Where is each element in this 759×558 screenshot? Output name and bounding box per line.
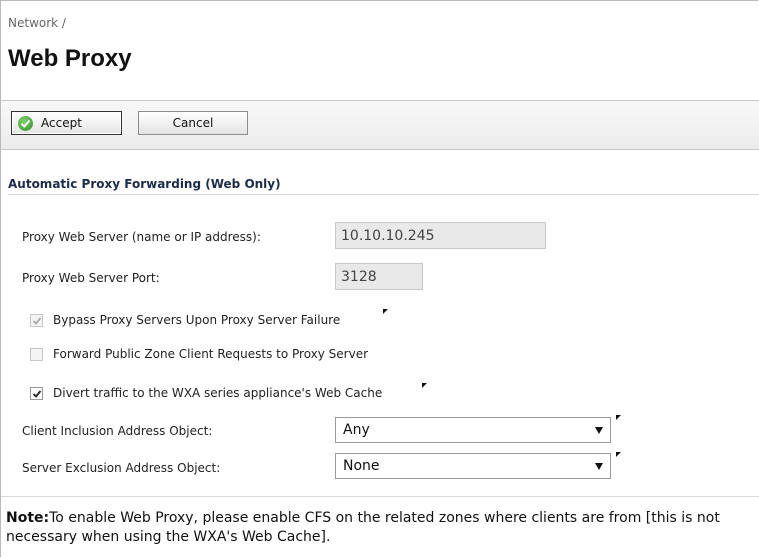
note-divider	[1, 496, 759, 497]
forward-public-zone-row: Forward Public Zone Client Requests to P…	[30, 347, 368, 361]
forward-public-zone-checkbox[interactable]	[30, 347, 43, 361]
accept-button-label: Accept	[41, 116, 82, 130]
proxy-server-label: Proxy Web Server (name or IP address):	[22, 230, 261, 244]
proxy-port-label: Proxy Web Server Port:	[22, 271, 160, 285]
cancel-button-label: Cancel	[172, 116, 214, 130]
server-exclusion-label: Server Exclusion Address Object:	[22, 461, 221, 475]
divert-wxa-row: Divert traffic to the WXA series applian…	[30, 386, 382, 400]
accept-button[interactable]: Accept	[11, 111, 122, 135]
server-exclusion-select[interactable]: None	[335, 453, 611, 479]
client-inclusion-select[interactable]: Any	[335, 417, 611, 443]
divert-wxa-label: Divert traffic to the WXA series applian…	[53, 386, 383, 400]
server-exclusion-value: None	[343, 458, 380, 474]
bypass-proxy-label: Bypass Proxy Servers Upon Proxy Server F…	[53, 313, 341, 327]
cancel-button[interactable]: Cancel	[138, 111, 248, 135]
info-marker-icon[interactable]	[422, 383, 427, 388]
info-marker-icon[interactable]	[383, 309, 388, 314]
breadcrumb[interactable]: Network /	[8, 16, 66, 30]
proxy-server-input[interactable]: 10.10.10.245	[335, 222, 546, 249]
info-marker-icon[interactable]	[616, 452, 621, 457]
section-divider	[8, 194, 759, 195]
checkmark-icon	[18, 115, 33, 131]
dropdown-arrow-icon	[595, 427, 603, 434]
client-inclusion-label: Client Inclusion Address Object:	[22, 424, 213, 438]
client-inclusion-value: Any	[343, 422, 370, 438]
note-prefix: Note:	[6, 510, 50, 526]
info-marker-icon[interactable]	[616, 415, 621, 420]
bypass-proxy-checkbox[interactable]	[30, 313, 43, 327]
page-title: Web Proxy	[8, 45, 132, 72]
dropdown-arrow-icon	[595, 463, 603, 470]
forward-public-zone-label: Forward Public Zone Client Requests to P…	[53, 347, 369, 361]
section-title: Automatic Proxy Forwarding (Web Only)	[8, 177, 281, 191]
note-body: To enable Web Proxy, please enable CFS o…	[6, 510, 720, 545]
toolbar: Accept Cancel	[1, 100, 759, 150]
divert-wxa-checkbox[interactable]	[30, 386, 43, 400]
note-text: Note:To enable Web Proxy, please enable …	[6, 509, 754, 547]
bypass-proxy-row: Bypass Proxy Servers Upon Proxy Server F…	[30, 313, 340, 327]
proxy-port-input[interactable]: 3128	[335, 263, 423, 290]
